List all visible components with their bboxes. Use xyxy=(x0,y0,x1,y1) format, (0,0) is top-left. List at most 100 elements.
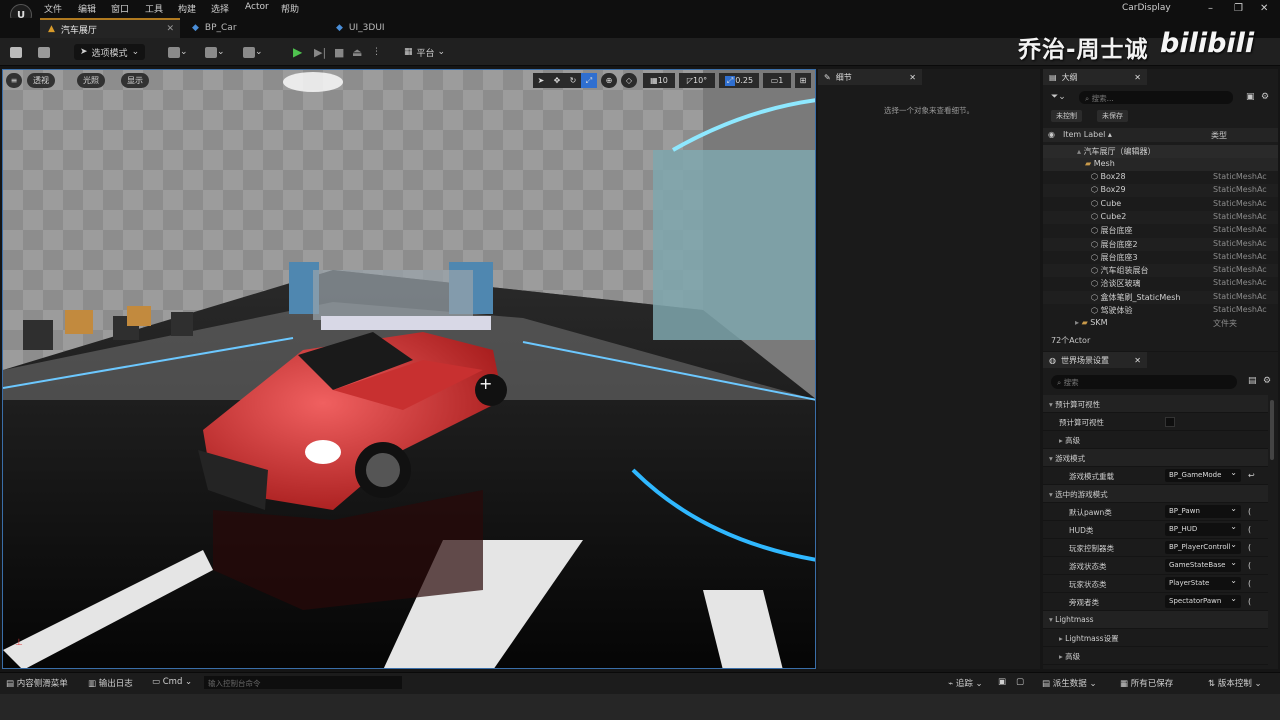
add-actor-icon[interactable]: ⌄ xyxy=(168,44,188,60)
ws-class-dropdown[interactable]: BP_GameMode xyxy=(1165,469,1241,482)
ws-section-header[interactable]: ▾ 游戏模式 xyxy=(1043,449,1268,467)
world-settings-search-input[interactable]: ⌕ 搜索 xyxy=(1051,375,1237,389)
scale-snap-button[interactable]: ⤢ 0.25 xyxy=(719,73,759,88)
world-settings-tab[interactable]: ◍ 世界场景设置 ✕ xyxy=(1043,352,1147,368)
outliner-item[interactable]: ⬡ Cube StaticMeshAc xyxy=(1043,198,1278,211)
rotate-tool-icon[interactable]: ↻ xyxy=(565,73,581,88)
ws-property-row[interactable]: 预计算可视性 xyxy=(1043,413,1268,431)
tab-ui-3dui[interactable]: ◆ UI_3DUI xyxy=(328,18,468,38)
ws-class-dropdown[interactable]: BP_HUD xyxy=(1165,523,1241,536)
step-icon[interactable]: ▶| xyxy=(314,44,326,60)
surface-snap-icon[interactable]: ◇ xyxy=(621,73,637,88)
reset-icon[interactable]: ( xyxy=(1248,543,1251,552)
tab-level[interactable]: ▲ 汽车展厅 ✕ xyxy=(40,18,180,38)
ws-property-row[interactable]: 默认pawn类 BP_Pawn ( xyxy=(1043,503,1268,521)
ws-property-row[interactable]: 游戏状态类 GameStateBase ( xyxy=(1043,557,1268,575)
outliner-item[interactable]: ⬡ Cube2 StaticMeshAc xyxy=(1043,210,1278,224)
play-icon[interactable]: ▶ xyxy=(293,44,302,60)
level-viewport[interactable]: ≡ 透视 光照 显示 ➤ ✥ ↻ ⤢ ⊕ ◇ ▦ 10 ◸ 10° ⤢ 0.25… xyxy=(2,69,816,669)
filter-uncontrolled-button[interactable]: 未控制 xyxy=(1051,110,1082,122)
outliner-item[interactable]: ⬡ Box29 StaticMeshAc xyxy=(1043,184,1278,198)
close-icon[interactable]: ✕ xyxy=(1260,3,1268,14)
outliner-close-icon[interactable]: ✕ xyxy=(1134,73,1141,82)
select-tool-icon[interactable]: ➤ xyxy=(533,73,549,88)
visibility-icon[interactable]: ◉ xyxy=(1048,130,1055,139)
outliner-item[interactable]: ⬡ 展台底座2 StaticMeshAc xyxy=(1043,237,1278,251)
blueprint-menu-icon[interactable]: ⌄ xyxy=(205,44,225,60)
mode-select-button[interactable]: ➤ 选项模式 ⌄ xyxy=(74,44,146,60)
move-tool-icon[interactable]: ✥ xyxy=(549,73,565,88)
ws-section-header[interactable]: ▾ 选中的游戏模式 xyxy=(1043,485,1268,503)
outliner-item[interactable]: ⬡ 汽车组装展台 StaticMeshAc xyxy=(1043,264,1278,278)
more-options-icon[interactable]: ⋮ xyxy=(372,44,381,60)
outliner-item[interactable]: ⬡ 洽谈区玻璃 StaticMeshAc xyxy=(1043,277,1278,290)
reset-icon[interactable]: ( xyxy=(1248,597,1251,606)
all-saved-button[interactable]: ▦ 所有已保存 xyxy=(1120,677,1173,689)
reset-icon[interactable]: ( xyxy=(1248,561,1251,570)
filter-icon[interactable]: ⏷⌄ xyxy=(1051,92,1066,102)
ws-checkbox[interactable] xyxy=(1165,417,1175,427)
ws-section-header[interactable]: ▾ Lightmass xyxy=(1043,611,1268,629)
ws-property-row[interactable]: ▸ 高级 xyxy=(1043,431,1268,449)
column-type[interactable]: 类型 xyxy=(1211,130,1227,141)
ws-class-dropdown[interactable]: PlayerState xyxy=(1165,577,1241,590)
menu-window[interactable]: 窗口 xyxy=(111,2,129,15)
menu-actor[interactable]: Actor xyxy=(245,2,269,12)
show-button[interactable]: 显示 xyxy=(121,73,149,88)
console-input[interactable]: 输入控制台命令 xyxy=(204,676,402,689)
output-log-button[interactable]: ▥ 输出日志 xyxy=(88,677,133,689)
ws-class-dropdown[interactable]: BP_Pawn xyxy=(1165,505,1241,518)
ws-property-row[interactable]: 玩家状态类 PlayerState ( xyxy=(1043,575,1268,593)
save-icon[interactable] xyxy=(10,44,22,60)
outliner-item[interactable]: ⬡ 盒体笔刷_StaticMesh StaticMeshAc xyxy=(1043,290,1278,304)
ws-class-dropdown[interactable]: SpectatorPawn xyxy=(1165,595,1241,608)
menu-build[interactable]: 构建 xyxy=(178,2,196,15)
tab-bp-car[interactable]: ◆ BP_Car xyxy=(184,18,324,38)
derived-data-button[interactable]: ▤ 派生数据 ⌄ xyxy=(1042,677,1097,689)
tab-close-icon[interactable]: ✕ xyxy=(166,24,174,34)
trace-button[interactable]: ⌁ 追踪 ⌄ xyxy=(948,677,983,689)
ws-property-row[interactable]: ▸ Lightmass设置 xyxy=(1043,629,1268,647)
rotation-snap-button[interactable]: ◸ 10° xyxy=(679,73,715,88)
screenshot-icon[interactable]: ▢ xyxy=(1016,677,1024,687)
outliner-item[interactable]: ⬡ 展台底座3 StaticMeshAc xyxy=(1043,251,1278,264)
outliner-folder-skm[interactable]: ▸ ▰ SKM 文件夹 xyxy=(1043,317,1278,330)
outliner-root-row[interactable]: ▴ 汽车展厅（编辑器） xyxy=(1043,145,1278,158)
lighting-button[interactable]: 光照 xyxy=(77,73,105,88)
column-item-label[interactable]: Item Label ▴ xyxy=(1063,130,1112,139)
eject-icon[interactable]: ⏏ xyxy=(352,44,362,60)
ws-property-row[interactable]: HUD类 BP_HUD ( xyxy=(1043,521,1268,539)
filter-unsaved-button[interactable]: 未保存 xyxy=(1097,110,1128,122)
ws-scrollbar[interactable] xyxy=(1270,400,1274,460)
viewport-menu-icon[interactable]: ≡ xyxy=(6,73,22,88)
ws-settings-icon[interactable]: ⚙ xyxy=(1263,376,1271,386)
world-space-icon[interactable]: ⊕ xyxy=(601,73,617,88)
reset-icon[interactable]: ( xyxy=(1248,525,1251,534)
content-drawer-button[interactable]: ▤ 内容侧滑菜单 xyxy=(6,677,68,689)
ws-property-row[interactable]: 游戏模式重载 BP_GameMode ↩ xyxy=(1043,467,1268,485)
source-control-button[interactable]: ⇅ 版本控制 ⌄ xyxy=(1208,677,1262,689)
outliner-folder-mesh[interactable]: ▰ Mesh xyxy=(1043,158,1278,171)
menu-tools[interactable]: 工具 xyxy=(145,2,163,15)
details-tab[interactable]: ✎ 细节 ✕ xyxy=(818,69,922,85)
cmd-dropdown[interactable]: ▭ Cmd ⌄ xyxy=(152,677,192,687)
cinematics-icon[interactable]: ⌄ xyxy=(243,44,263,60)
menu-select[interactable]: 选择 xyxy=(211,2,229,15)
ws-class-dropdown[interactable]: GameStateBase xyxy=(1165,559,1241,572)
ws-property-row[interactable]: 玩家控制器类 BP_PlayerControll ( xyxy=(1043,539,1268,557)
outliner-item[interactable]: ⬡ Box28 StaticMeshAc xyxy=(1043,171,1278,184)
ws-property-row[interactable]: 旁观者类 SpectatorPawn ( xyxy=(1043,593,1268,611)
details-close-icon[interactable]: ✕ xyxy=(909,73,916,82)
reset-icon[interactable]: ( xyxy=(1248,579,1251,588)
maximize-viewport-icon[interactable]: ⊞ xyxy=(795,73,811,88)
scale-tool-icon[interactable]: ⤢ xyxy=(581,73,597,88)
maximize-icon[interactable]: ❐ xyxy=(1234,3,1243,14)
minimize-icon[interactable]: – xyxy=(1208,3,1213,14)
ws-section-header[interactable]: ▾ 预计算可视性 xyxy=(1043,395,1268,413)
stop-icon[interactable]: ■ xyxy=(334,44,344,60)
outliner-item[interactable]: ⬡ 展台底座 StaticMeshAc xyxy=(1043,224,1278,237)
outliner-item[interactable]: ⬡ 驾驶体验 StaticMeshAc xyxy=(1043,304,1278,317)
outliner-search-input[interactable]: ⌕ 搜索... xyxy=(1079,91,1233,104)
menu-file[interactable]: 文件 xyxy=(44,2,62,15)
content-browser-icon[interactable] xyxy=(38,44,50,60)
